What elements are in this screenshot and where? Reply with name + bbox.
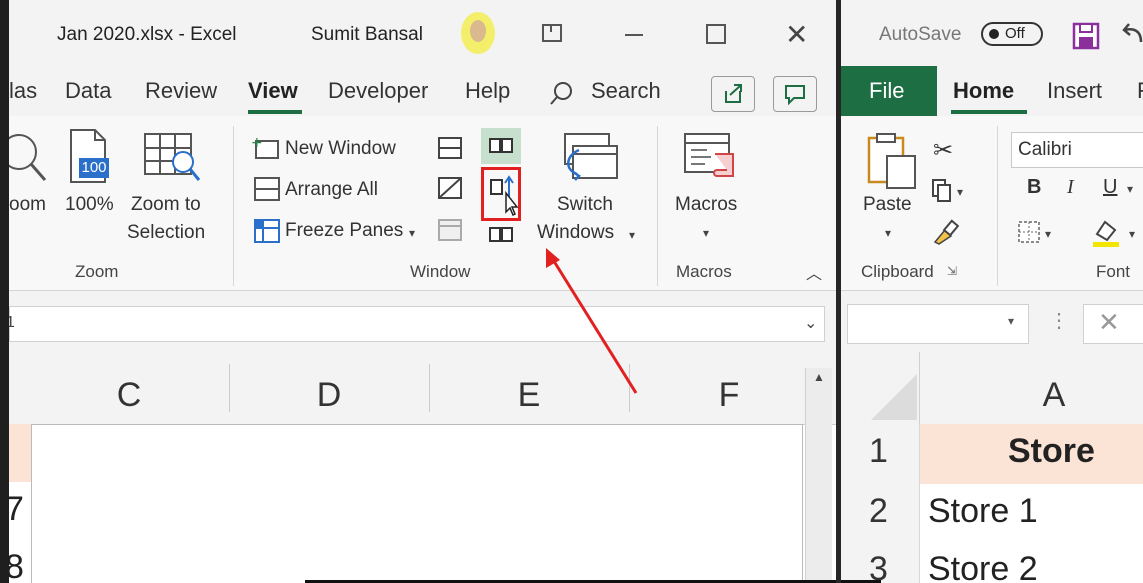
annotation-arrow bbox=[546, 248, 638, 394]
